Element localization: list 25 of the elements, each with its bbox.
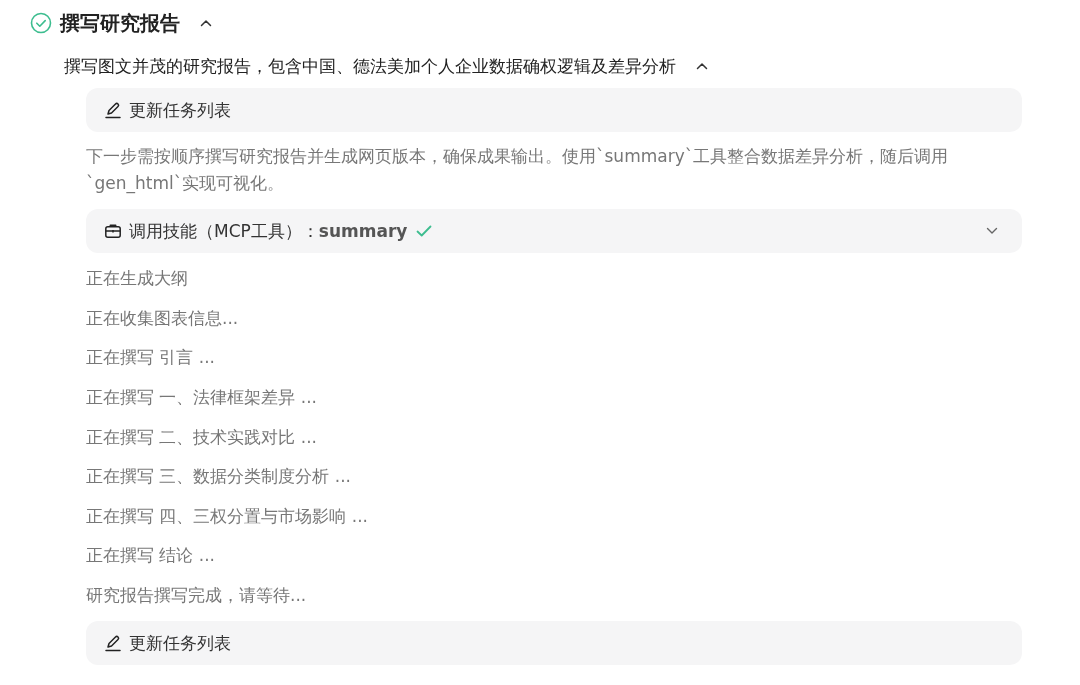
task-update-bar[interactable]: 更新任务列表: [86, 621, 1022, 666]
collapse-icon[interactable]: [696, 62, 708, 70]
collapse-icon[interactable]: [200, 19, 212, 27]
status-line: 正在撰写 二、技术实践对比 ...: [86, 425, 318, 449]
tool-name: summary: [318, 221, 408, 241]
tool-call-bar[interactable]: 调用技能（MCP工具）：summary: [86, 209, 1022, 253]
status-line: 正在撰写 一、法律框架差异 ...: [86, 386, 318, 410]
task-description: 撰写图文并茂的研究报告，包含中国、德法美加个人企业数据确权逻辑及差异分析: [64, 54, 676, 78]
status-line: 研究报告撰写完成，请等待...: [86, 584, 307, 608]
status-line: 正在收集图表信息...: [86, 306, 239, 330]
status-line: 正在撰写 引言 ...: [86, 346, 216, 370]
status-line: 正在生成大纲: [86, 267, 188, 291]
pencil-icon: [104, 634, 122, 653]
expand-icon[interactable]: [986, 227, 998, 235]
status-line: 正在撰写 结论 ...: [86, 544, 216, 568]
tool-call-label: 调用技能（MCP工具）：: [129, 219, 319, 243]
task-update-label: 更新任务列表: [129, 98, 231, 122]
task-update-label: 更新任务列表: [129, 631, 231, 655]
pencil-icon: [104, 101, 122, 119]
briefcase-icon: [104, 222, 122, 240]
status-line: 正在撰写 三、数据分类制度分析 ...: [86, 465, 352, 489]
step-paragraph: 下一步需按顺序撰写研究报告并生成网页版本，确保成果输出。使用`summary`工具整合数据差异分析，随后调用`gen_html`实现可视化。: [86, 145, 950, 196]
status-line: 正在撰写 四、三权分置与市场影响 ...: [86, 504, 369, 528]
task-update-bar[interactable]: 更新任务列表: [86, 88, 1022, 132]
task-title: 撰写研究报告: [60, 9, 180, 37]
